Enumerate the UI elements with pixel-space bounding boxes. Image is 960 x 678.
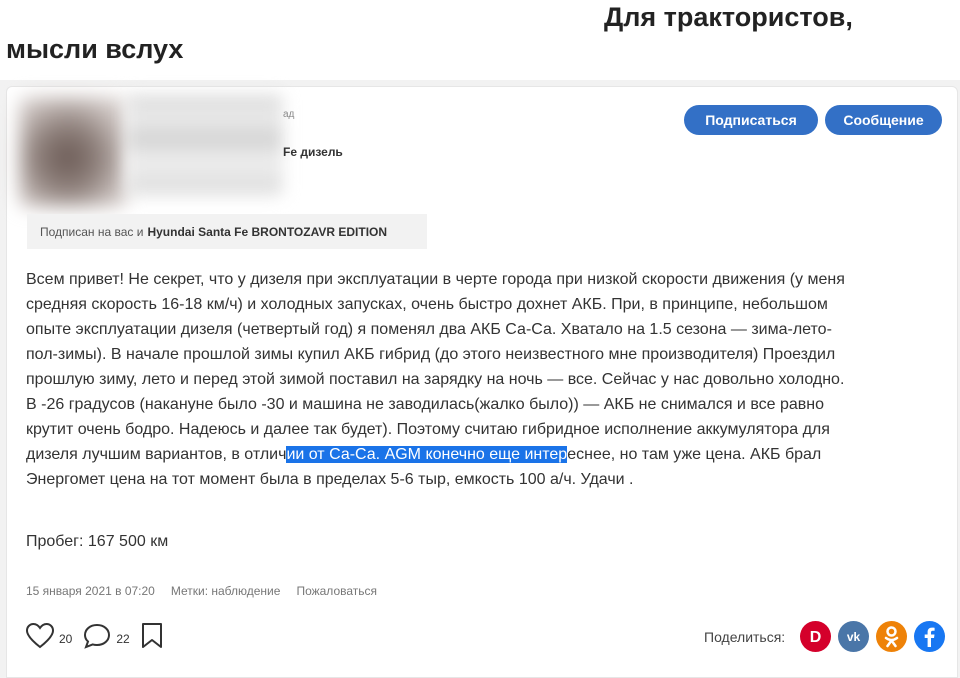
post-date: 15 января 2021 в 07:20 bbox=[26, 584, 155, 598]
report-link[interactable]: Пожаловаться bbox=[296, 584, 377, 598]
share-bar: Поделиться: D vk bbox=[704, 621, 946, 652]
drive-icon[interactable]: D bbox=[800, 621, 832, 652]
follow-note-car[interactable]: Hyundai Santa Fe BRONTOZAVR EDITION bbox=[147, 225, 387, 239]
post-text-selection: ии от Са-Са. AGM конечно еще интер bbox=[286, 446, 568, 463]
odnoklassniki-icon[interactable] bbox=[876, 621, 908, 652]
vk-icon[interactable]: vk bbox=[838, 621, 870, 652]
comment-icon bbox=[82, 622, 112, 655]
follow-note: Подписан на вас и Hyundai Santa Fe BRONT… bbox=[27, 214, 427, 249]
page-title-line1: Для трактористов, bbox=[604, 2, 853, 32]
author-car[interactable]: Fe дизель bbox=[283, 145, 343, 159]
svg-text:D: D bbox=[810, 629, 822, 646]
author-name-blurred[interactable] bbox=[127, 95, 283, 195]
follow-note-prefix: Подписан на вас и bbox=[40, 224, 144, 239]
post-meta: 15 января 2021 в 07:20 Метки: наблюдение… bbox=[26, 584, 377, 598]
page-title: Для трактористов, мысли вслух bbox=[0, 0, 960, 80]
post-actions: 20 22 bbox=[25, 622, 174, 655]
post-tags[interactable]: Метки: наблюдение bbox=[171, 584, 281, 598]
message-button[interactable]: Сообщение bbox=[825, 105, 942, 135]
post-body: Всем привет! Не секрет, что у дизеля при… bbox=[26, 267, 846, 492]
like-button[interactable]: 20 bbox=[25, 622, 72, 655]
page-title-line2: мысли вслух bbox=[6, 34, 184, 64]
subscribe-button[interactable]: Подписаться bbox=[684, 105, 818, 135]
like-count: 20 bbox=[59, 631, 73, 646]
comment-button[interactable]: 22 bbox=[82, 622, 130, 655]
share-label: Поделиться: bbox=[704, 628, 786, 645]
mileage: Пробег: 167 500 км bbox=[26, 533, 169, 550]
svg-text:vk: vk bbox=[847, 630, 861, 644]
author-meta-line1: ад bbox=[283, 109, 295, 120]
avatar[interactable] bbox=[19, 97, 127, 207]
comment-count: 22 bbox=[116, 631, 130, 646]
bookmark-button[interactable] bbox=[140, 622, 164, 655]
facebook-icon[interactable] bbox=[914, 621, 946, 652]
heart-icon bbox=[25, 622, 55, 655]
post-card: ад Fe дизель Подписаться Сообщение Подпи… bbox=[6, 86, 958, 678]
bookmark-icon bbox=[140, 622, 164, 655]
post-text-before: Всем привет! Не секрет, что у дизеля при… bbox=[26, 271, 845, 463]
